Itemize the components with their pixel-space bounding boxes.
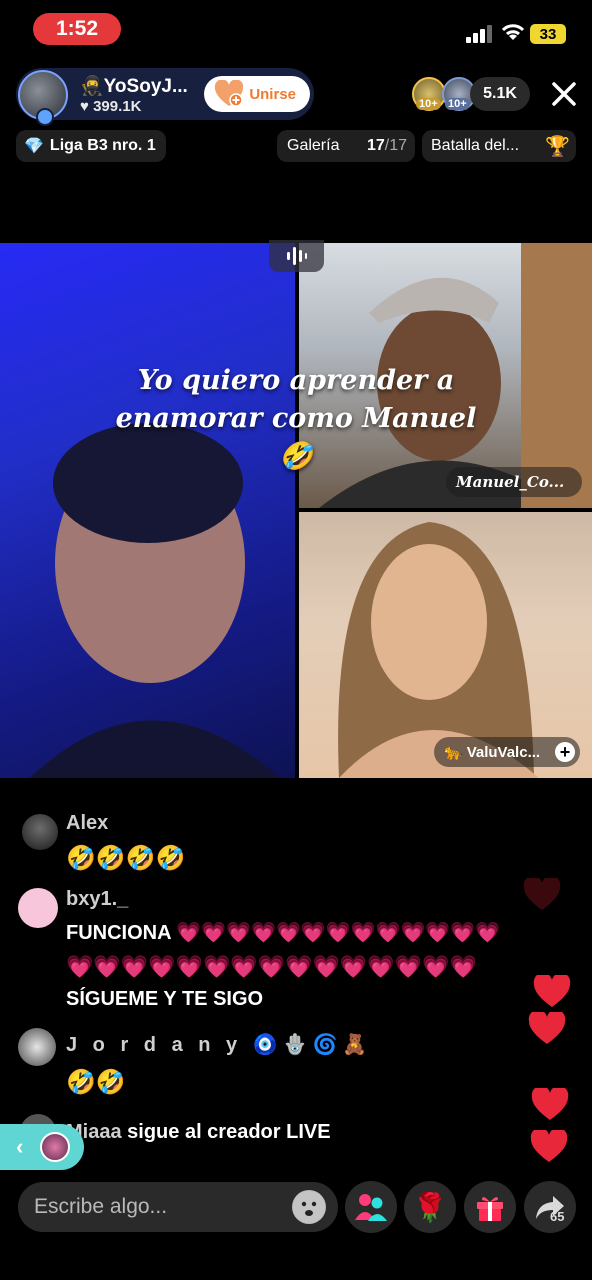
league-pill[interactable]: 💎 Liga B3 nro. 1 [16,130,166,162]
chat-message: FUNCIONA 💗💗💗💗💗💗💗💗💗💗💗💗💗 [66,922,501,944]
host-level-badge-icon [36,108,54,126]
guest1-name-tag[interactable]: Manuel_Co... [446,467,582,497]
diamond-icon: 💎 [24,138,44,155]
caption-line-1: Yo quiero aprender a [137,365,455,396]
chat-username[interactable]: J o r d a n y 🧿🪬🌀🧸 [66,1032,372,1057]
chat-avatar[interactable] [18,888,58,928]
host-likes: 399.1K [93,98,142,115]
soundwave-icon [286,247,307,265]
chat-system-message: Miaaa sigue al creador LIVE [66,1121,331,1144]
guest1-name: Manuel_Co... [456,473,565,491]
share-count: 65 [550,1209,565,1224]
follow-guest-button[interactable]: + [555,742,575,762]
heart-plus-icon [214,80,244,107]
chat-message: SÍGUEME Y TE SIGO [66,988,264,1010]
chat-username[interactable]: Alex [66,812,108,835]
caption-line-2: enamorar como Manuel 🤣 [115,403,477,472]
signal-icon [466,25,492,43]
side-tab-avatar [40,1132,70,1162]
gallery-count: 17 [366,137,385,154]
chat-message: 💗💗💗💗💗💗💗💗💗💗💗💗💗💗💗 [66,954,477,979]
multi-guest-icon [355,1194,387,1221]
chat-message: sigue al creador LIVE [127,1121,331,1143]
gallery-counter: 17/17 [367,137,407,155]
close-icon[interactable] [548,78,580,110]
host-name: YoSoyJ... [103,76,188,97]
gift-icon [477,1196,503,1221]
host-face-placeholder [0,243,295,778]
host-likes-row: ♥ 399.1K [80,98,141,115]
join-button-label: Unirse [249,85,296,103]
guest2-name: ValuValc... [466,743,541,761]
chat-avatar[interactable] [22,814,58,850]
chat-message: 🤣🤣 [66,1069,126,1096]
heart-icon [533,975,571,1007]
heart-icon [531,1088,569,1120]
battle-label: Batalla del... [431,137,520,154]
heart-icon [528,1012,566,1044]
league-label: Liga B3 nro. 1 [49,137,156,154]
share-button[interactable] [524,1181,576,1233]
battle-pill[interactable]: Batalla del... 🏆 [422,130,576,162]
rose-gift-button[interactable]: 🌹 [404,1181,456,1233]
multi-guest-button[interactable] [345,1181,397,1233]
viewer-level-badge: 10+ [445,98,470,110]
rose-icon: 🌹 [412,1191,448,1223]
leopard-icon: 🐆 [444,744,463,761]
viewer-count[interactable]: 5.1K [470,77,530,111]
chat-avatar[interactable] [18,1028,56,1066]
wifi-icon [501,24,525,40]
gallery-label: Galería [287,137,340,154]
gift-button[interactable] [464,1181,516,1233]
heart-icon [523,878,561,910]
status-time: 1:52 [33,13,121,45]
chevron-left-icon: ‹ [16,1134,24,1159]
heart-icon [530,1130,568,1162]
gallery-pill[interactable]: Galería 17/17 [277,130,415,162]
ninja-icon: 🥷 [80,76,104,97]
host-name-row: 🥷YoSoyJ... [80,74,188,98]
emoji-icon[interactable] [292,1190,326,1224]
trophy-icon: 🏆 [545,135,570,158]
host-video[interactable] [0,243,295,778]
comment-placeholder: Escribe algo... [34,1195,168,1218]
audio-visualizer-button[interactable] [269,240,324,272]
video-caption: Yo quiero aprender a enamorar como Manue… [96,362,496,476]
chat-message: 🤣🤣🤣🤣 [66,845,186,872]
gallery-total: /17 [384,137,407,154]
heart-icon: ♥ [80,98,89,115]
viewer-level-badge: 10+ [416,98,441,110]
chat-username[interactable]: bxy1._ [66,888,128,911]
battery-icon: 33 [530,24,566,44]
